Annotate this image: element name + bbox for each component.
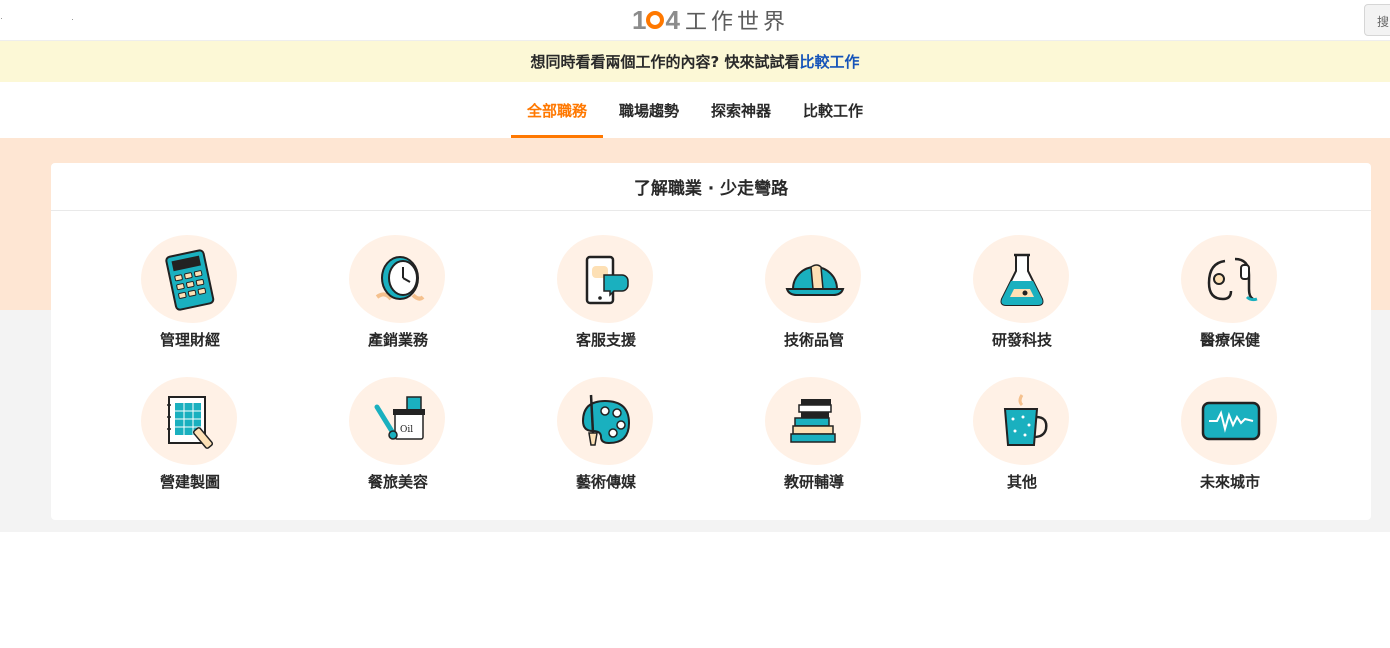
category-construction-drafting[interactable]: 營建製圖 [110,377,270,497]
books-icon [790,399,836,443]
category-label: 產銷業務 [367,331,428,349]
category-rd-tech[interactable]: 研發科技 [942,235,1102,355]
cosmetics-icon: Oil [374,396,425,440]
monitor-pulse-icon [1201,401,1261,441]
logo-number: 14 [632,4,680,35]
stray-dot [72,19,73,20]
category-label: 其他 [1006,473,1037,491]
tab-explore-tools[interactable]: 探索神器 [695,82,787,138]
category-label: 醫療保健 [1199,331,1260,349]
card-title: 了解職業 · 少走彎路 [51,163,1371,211]
palette-icon [581,394,631,446]
compare-jobs-link[interactable]: 比較工作 [799,51,859,72]
category-medical-health[interactable]: 醫療保健 [1150,235,1310,355]
flask-icon [1000,253,1044,306]
hard-hat-icon [785,264,845,296]
category-future-city[interactable]: 未來城市 [1150,377,1310,497]
category-label: 未來城市 [1199,473,1260,491]
category-other[interactable]: 其他 [942,377,1102,497]
site-logo[interactable]: 14 工作世界 [632,4,789,36]
category-customer-service[interactable]: 客服支援 [526,235,686,355]
main-tabs: 全部職務 職場趨勢 探索神器 比較工作 [0,82,1390,138]
category-label: 營建製圖 [159,473,220,491]
phone-chat-icon [585,255,629,305]
notice-text: 想同時看看兩個工作的內容? 快來試試看 [530,53,800,71]
category-label: 藝術傳媒 [575,473,636,491]
svg-text:Oil: Oil [400,425,413,435]
category-arts-media[interactable]: 藝術傳媒 [526,377,686,497]
category-sales-marketing[interactable]: 產銷業務 [318,235,478,355]
category-label: 客服支援 [575,331,636,349]
category-label: 教研輔導 [783,473,844,491]
tab-all-jobs[interactable]: 全部職務 [510,82,603,138]
category-management-finance[interactable]: 管理財經 [110,235,270,355]
category-education-counseling[interactable]: 教研輔導 [734,377,894,497]
mug-icon [1003,394,1048,446]
tab-compare-jobs[interactable]: 比較工作 [787,82,879,138]
category-label: 技術品管 [783,331,844,349]
category-label: 管理財經 [159,331,220,349]
tab-workplace-trends[interactable]: 職場趨勢 [603,82,695,138]
blueprint-icon [167,396,214,449]
search-button[interactable]: 搜 [1364,4,1390,36]
category-hospitality-beauty[interactable]: Oil 餐旅美容 [318,377,478,497]
top-header: 14 工作世界 搜 [0,0,1390,41]
clock-icon [375,256,425,301]
compare-notice-bar: 想同時看看兩個工作的內容? 快來試試看 比較工作 [0,41,1390,82]
category-card: 了解職業 · 少走彎路 管理財經 產銷業務 客服支援 技術品管 研發科技 醫療保… [51,163,1371,520]
category-label: 研發科技 [991,331,1052,349]
category-tech-quality[interactable]: 技術品管 [734,235,894,355]
logo-text: 工作世界 [684,10,789,35]
calculator-icon [165,249,215,311]
category-label: 餐旅美容 [367,473,428,491]
stray-dot [1,18,2,19]
stethoscope-icon [1207,257,1258,302]
